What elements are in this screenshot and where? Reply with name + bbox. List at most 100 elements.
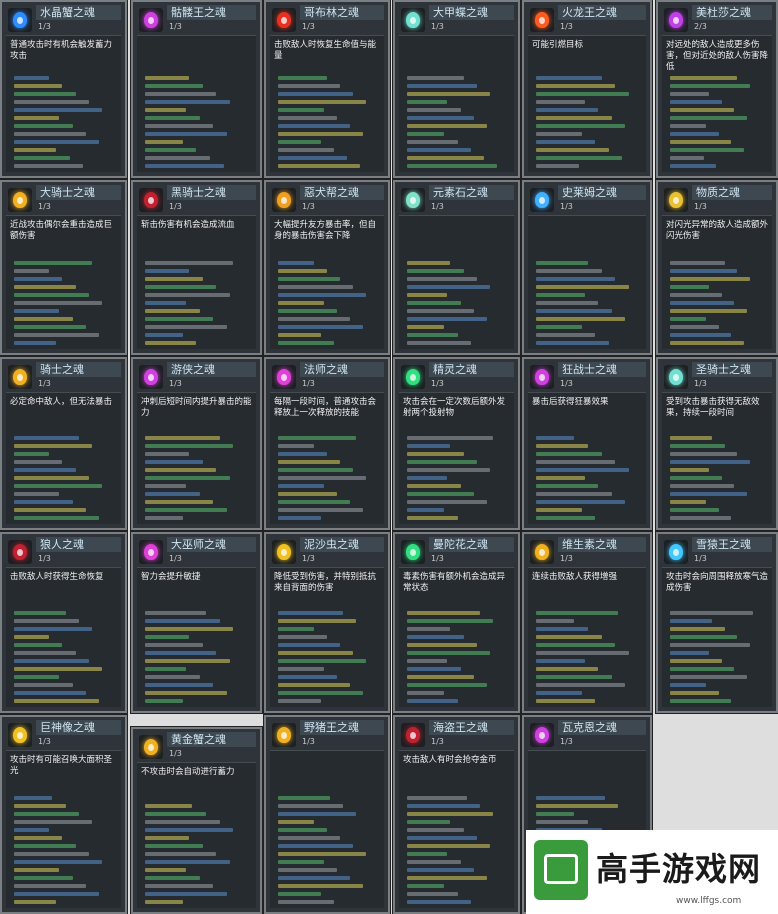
effect-line <box>536 285 629 289</box>
effect-line <box>407 301 461 305</box>
effect-line <box>407 436 493 440</box>
soul-orb-icon <box>406 192 420 208</box>
soul-effect-lines <box>278 432 378 520</box>
soul-description: 毒素伤害有额外机会造成异常状态 <box>403 572 506 593</box>
soul-card[interactable]: 火龙王之魂 1/3 可能引燃目标 <box>522 0 652 178</box>
soul-card[interactable]: 大骑士之魂 1/3 近战攻击偶尔会重击造成巨额伤害 <box>0 180 127 355</box>
effect-line <box>670 285 710 289</box>
effect-line <box>536 476 585 480</box>
soul-name: 黄金蟹之魂 <box>167 732 256 747</box>
soul-level-count: 1/3 <box>431 22 444 31</box>
soul-card[interactable]: 史莱姆之魂 1/3 <box>522 180 652 355</box>
effect-line <box>670 92 710 96</box>
soul-description: 近战攻击偶尔会重击造成巨额伤害 <box>10 220 113 241</box>
effect-line <box>145 452 190 456</box>
soul-card[interactable]: 水晶蟹之魂 1/3 普通攻击时有机会触发蓄力攻击 <box>0 0 127 178</box>
effect-line <box>670 341 744 345</box>
effect-line <box>407 643 477 647</box>
soul-card[interactable]: 骑士之魂 1/3 必定命中敌人，但无法暴击 <box>0 357 127 530</box>
soul-card[interactable]: 惡犬帮之魂 1/3 大幅提升友方暴击率，但自身的暴击伤害会下降 <box>264 180 390 355</box>
effect-line <box>278 124 350 128</box>
soul-description: 对远处的敌人造成更多伤害，但对近处的敌人伤害降低 <box>666 40 769 72</box>
effect-line <box>278 643 340 647</box>
soul-card[interactable]: 元素石之魂 1/3 <box>393 180 520 355</box>
effect-line <box>14 484 102 488</box>
soul-effect-lines <box>407 792 508 904</box>
soul-card[interactable]: 狂战士之魂 1/3 暴击后获得狂暴效果 <box>522 357 652 530</box>
soul-orb-icon <box>144 12 158 28</box>
soul-card[interactable]: 骷髅王之魂 1/3 <box>131 0 262 178</box>
soul-orb-icon <box>277 12 291 28</box>
soul-card[interactable]: 黄金蟹之魂 1/3 不攻击时会自动进行蓄力 <box>131 727 262 914</box>
effect-line <box>14 269 50 273</box>
soul-card[interactable]: 美杜莎之魂 2/3 对远处的敌人造成更多伤害，但对近处的敌人伤害降低 <box>656 0 778 178</box>
effect-line <box>278 828 327 832</box>
effect-line <box>407 659 448 663</box>
effect-line <box>14 309 60 313</box>
soul-card[interactable]: 黑骑士之魂 1/3 斩击伤害有机会造成流血 <box>131 180 262 355</box>
soul-effect-lines <box>670 257 766 345</box>
effect-line <box>145 148 197 152</box>
soul-name: 巨神像之魂 <box>36 720 121 735</box>
effect-line <box>278 436 356 440</box>
soul-card[interactable]: 维生素之魂 1/3 连续击败敌人获得增强 <box>522 532 652 713</box>
soul-orb-icon <box>535 12 549 28</box>
soul-level-count: 1/3 <box>560 202 573 211</box>
soul-level-count: 1/3 <box>169 22 182 31</box>
effect-line <box>407 651 490 655</box>
soul-card[interactable]: 雪猿王之魂 1/3 攻击时会向周围释放寒气造成伤害 <box>656 532 778 713</box>
effect-line <box>407 277 477 281</box>
effect-line <box>145 108 186 112</box>
soul-card[interactable]: 精灵之魂 1/3 攻击会在一定次数后额外发射两个投射物 <box>393 357 520 530</box>
effect-line <box>536 317 626 321</box>
soul-card[interactable]: 泥沙虫之魂 1/3 降低受到伤害，并特别抵抗来自背面的伤害 <box>264 532 390 713</box>
effect-line <box>407 293 448 297</box>
soul-card[interactable]: 圣骑士之魂 1/3 受到攻击暴击获得无敌效果，持续一段时间 <box>656 357 778 530</box>
effect-line <box>670 301 735 305</box>
soul-card[interactable]: 巨神像之魂 1/3 攻击时有可能召唤大面积圣光 <box>0 715 127 914</box>
soul-card[interactable]: 法师之魂 1/3 每隔一段时间，普通攻击会释放上一次释放的技能 <box>264 357 390 530</box>
effect-line <box>670 691 719 695</box>
soul-description: 大幅提升友方暴击率，但自身的暴击伤害会下降 <box>274 220 377 241</box>
effect-line <box>145 492 200 496</box>
soul-flame-icon <box>530 188 554 212</box>
effect-line <box>14 804 66 808</box>
soul-card[interactable]: 大巫师之魂 1/3 智力会提升敏捷 <box>131 532 262 713</box>
effect-line <box>407 148 471 152</box>
effect-line <box>145 92 217 96</box>
soul-name: 物质之魂 <box>692 185 772 200</box>
soul-name: 黑骑士之魂 <box>167 185 256 200</box>
soul-card[interactable]: 哥布林之魂 1/3 击败敌人时恢复生命值与能量 <box>264 0 390 178</box>
effect-line <box>14 460 63 464</box>
effect-line <box>670 293 722 297</box>
effect-line <box>145 611 206 615</box>
effect-line <box>145 508 227 512</box>
soul-level-count: 1/3 <box>431 379 444 388</box>
soul-card[interactable]: 大甲蝶之魂 1/3 <box>393 0 520 178</box>
soul-card[interactable]: 物质之魂 1/3 对闪光异常的敌人造成额外闪光伤害 <box>656 180 778 355</box>
effect-line <box>536 699 596 703</box>
effect-line <box>14 892 99 896</box>
effect-line <box>14 836 63 840</box>
soul-card[interactable]: 海盗王之魂 1/3 攻击敌人有时会抢夺金币 <box>393 715 520 914</box>
soul-effect-lines <box>14 432 115 520</box>
effect-line <box>536 269 602 273</box>
effect-line <box>14 635 50 639</box>
soul-card[interactable]: 游侠之魂 1/3 冲刺后短时间内提升暴击的能力 <box>131 357 262 530</box>
effect-line <box>670 635 738 639</box>
effect-line <box>407 868 474 872</box>
effect-line <box>278 460 340 464</box>
effect-line <box>407 333 458 337</box>
effect-line <box>145 691 227 695</box>
soul-effect-lines <box>670 432 766 520</box>
effect-line <box>536 164 579 168</box>
soul-card[interactable]: 野猪王之魂 1/3 <box>264 715 390 914</box>
soul-card[interactable]: 曼陀花之魂 1/3 毒素伤害有额外机会造成异常状态 <box>393 532 520 713</box>
effect-line <box>278 317 350 321</box>
effect-line <box>145 164 224 168</box>
effect-line <box>145 301 186 305</box>
soul-card[interactable]: 狼人之魂 1/3 击败敌人时获得生命恢复 <box>0 532 127 713</box>
effect-line <box>14 468 76 472</box>
soul-orb-icon <box>669 544 683 560</box>
soul-orb-icon <box>406 727 420 743</box>
